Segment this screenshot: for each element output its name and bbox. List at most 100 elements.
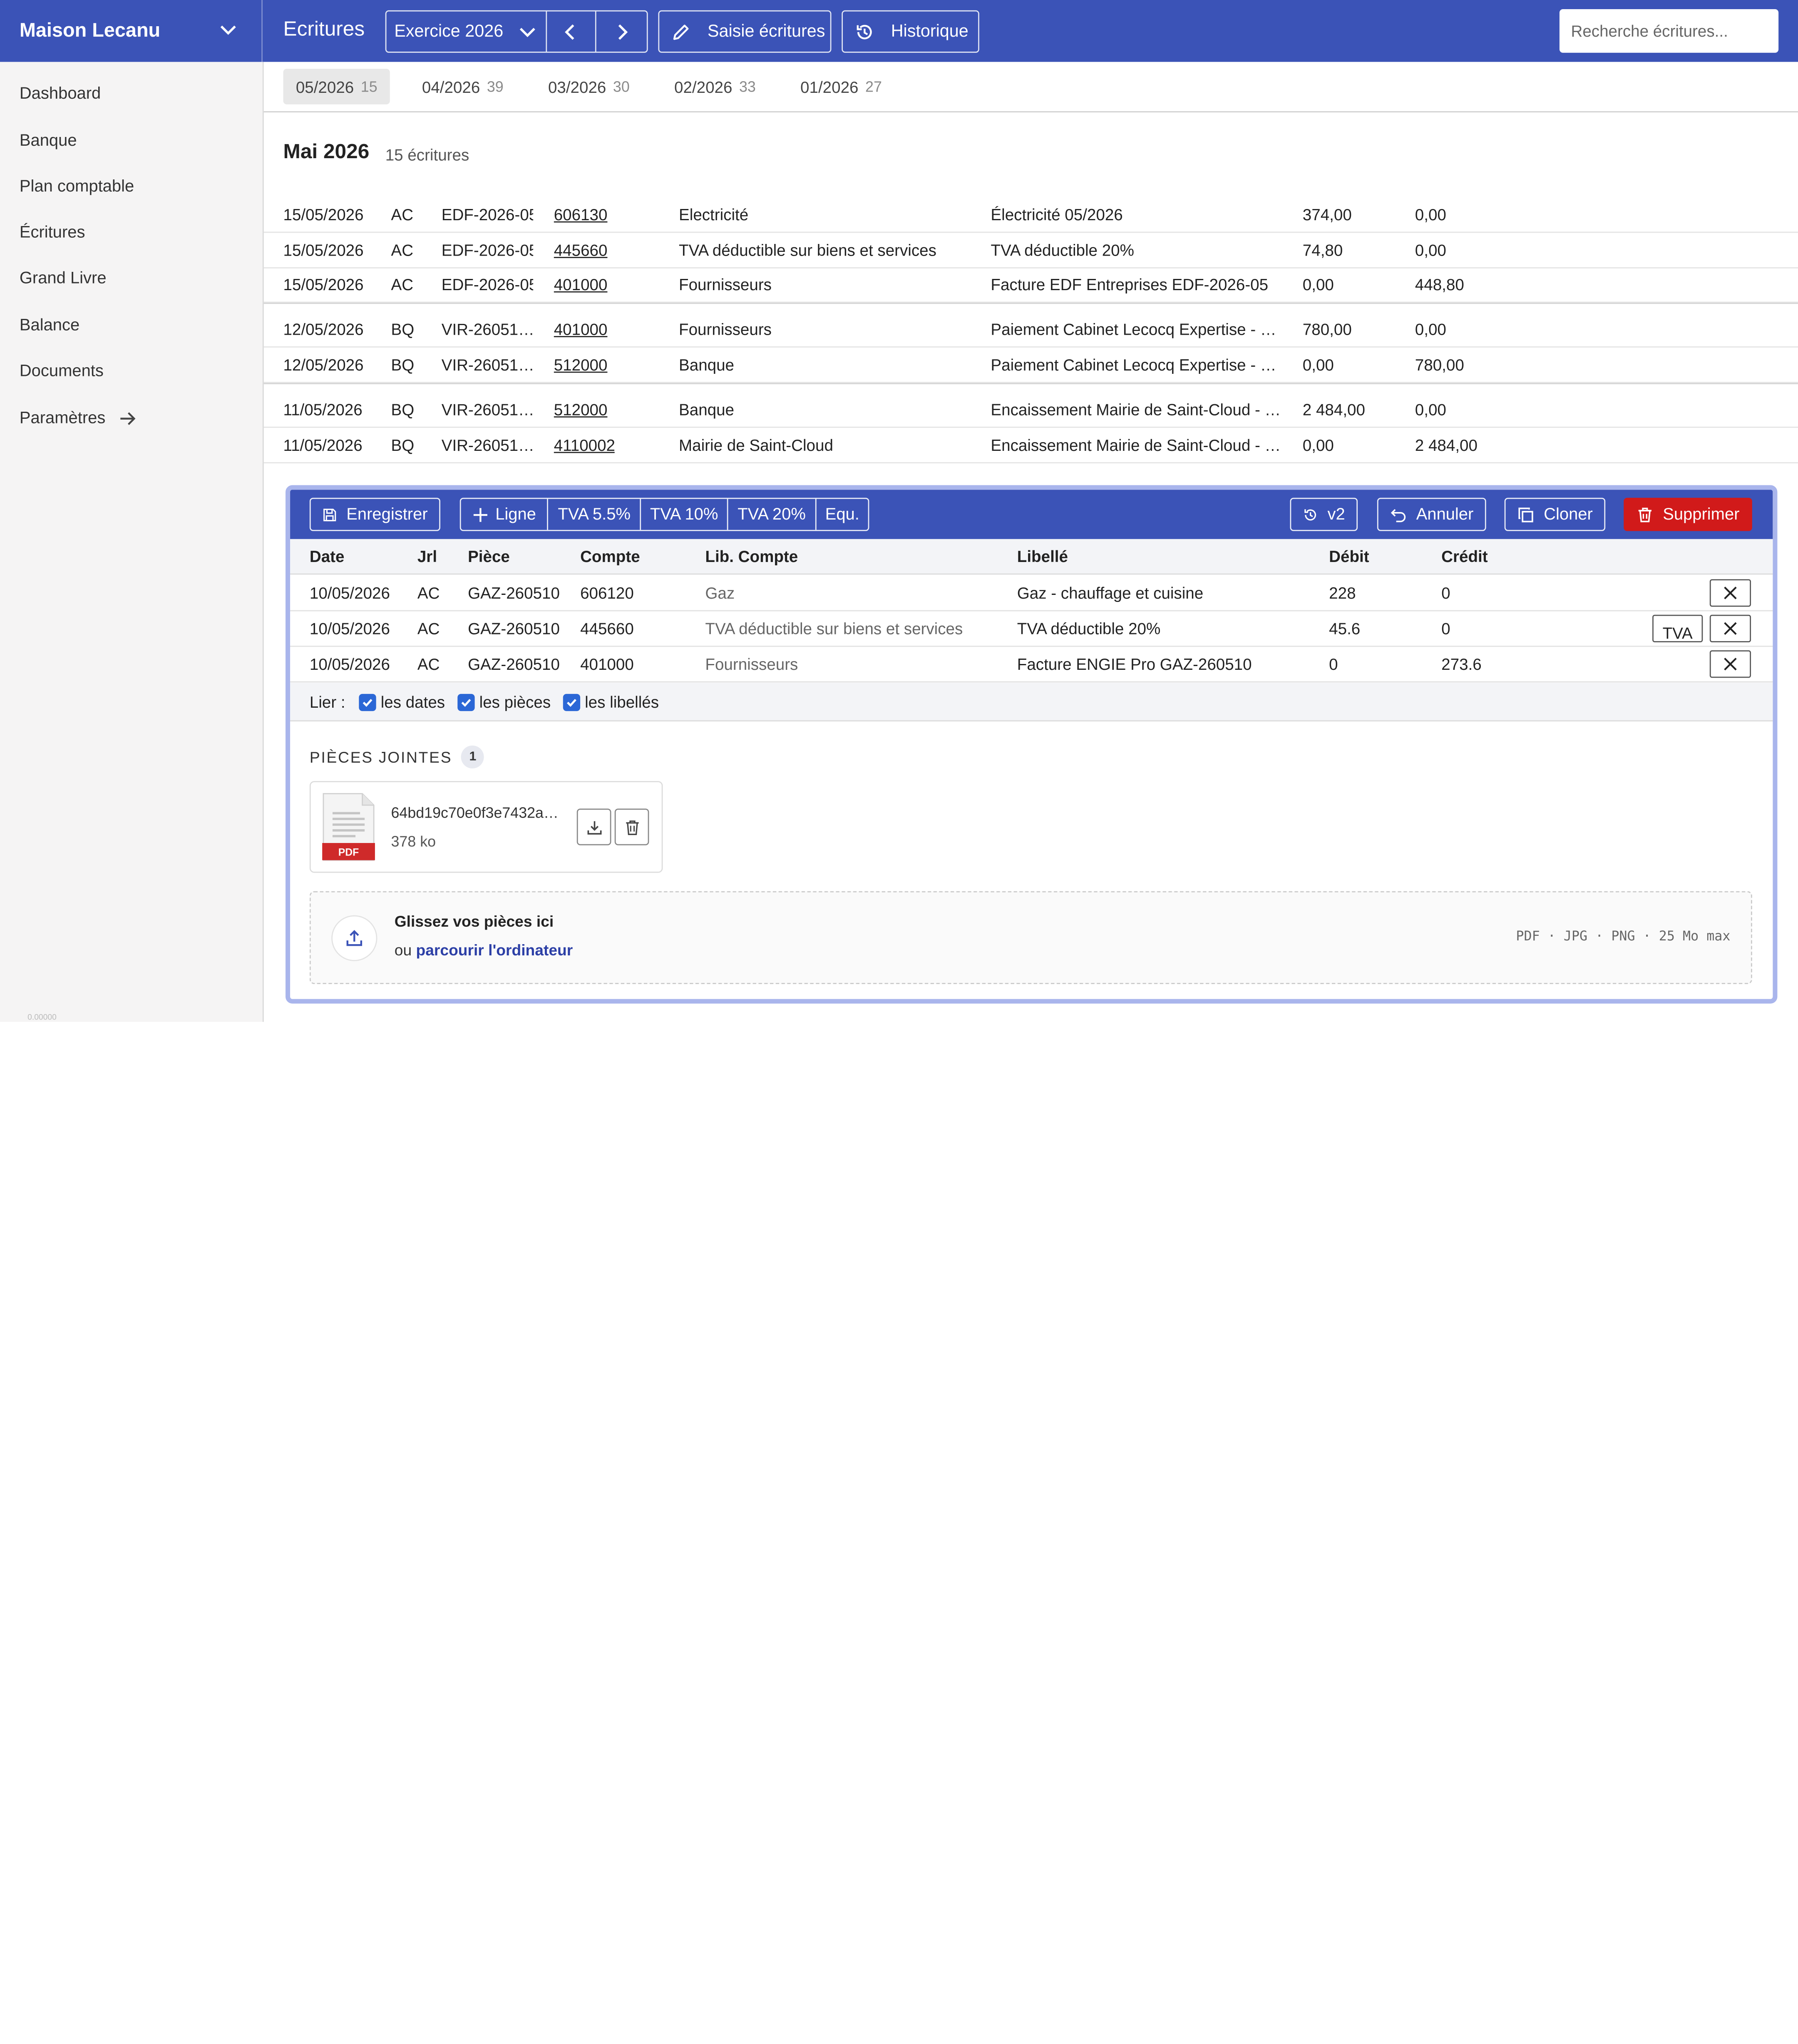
remove-line-button[interactable] bbox=[1709, 650, 1751, 678]
line-credit-field[interactable]: 273.6 bbox=[1441, 655, 1482, 673]
dropzone-prefix: ou bbox=[394, 941, 416, 959]
chevron-down-icon bbox=[519, 27, 535, 37]
attachment-card[interactable]: PDF 64bd19c70e0f3e7432a… 378 ko bbox=[309, 781, 663, 873]
trash-icon bbox=[1638, 507, 1651, 522]
link-pieces-label: les pièces bbox=[479, 693, 551, 711]
line-credit-field[interactable]: 0 bbox=[1441, 619, 1450, 638]
next-exercice-button[interactable] bbox=[597, 12, 647, 52]
link-pieces-checkbox[interactable]: les pièces bbox=[457, 693, 551, 711]
version-history-button[interactable]: v2 bbox=[1290, 497, 1358, 531]
delete-attachment-button[interactable] bbox=[614, 808, 649, 845]
attachment-dropzone[interactable]: Glissez vos pièces ici ou parcourir l'or… bbox=[309, 891, 1752, 984]
entry-account-link[interactable]: 512000 bbox=[554, 356, 608, 374]
tab-period-01-2026[interactable]: 01/2026 27 bbox=[788, 69, 894, 104]
sidebar-item-plan-comptable[interactable]: Plan comptable bbox=[20, 178, 134, 196]
sidebar-item-balance[interactable]: Balance bbox=[20, 316, 79, 335]
tab-period-05-2026[interactable]: 05/2026 15 bbox=[283, 69, 390, 104]
link-libelles-checkbox[interactable]: les libellés bbox=[563, 693, 659, 711]
line-journal-field[interactable]: AC bbox=[417, 655, 440, 673]
historique-button[interactable]: Historique bbox=[842, 10, 979, 53]
tva-10-button[interactable]: TVA 10% bbox=[641, 499, 729, 530]
line-date-field[interactable]: 10/05/2026 bbox=[310, 619, 390, 638]
entry-row[interactable]: 11/05/2026 BQ VIR-26051… 4110002 Mairie … bbox=[263, 428, 1798, 464]
brand-switcher[interactable]: Maison Lecanu bbox=[0, 0, 263, 62]
line-debit-field[interactable]: 0 bbox=[1329, 655, 1338, 673]
sidebar-item-parametres[interactable]: Paramètres bbox=[20, 408, 138, 429]
entry-account-label: Banque bbox=[679, 400, 735, 419]
sidebar-item-ecritures[interactable]: Écritures bbox=[20, 224, 85, 242]
tva-5-5-label: TVA 5.5% bbox=[558, 505, 631, 524]
tva-20-label: TVA 20% bbox=[738, 505, 806, 524]
link-dates-checkbox[interactable]: les dates bbox=[359, 693, 445, 711]
equilibrer-button[interactable]: Equ. bbox=[816, 499, 869, 530]
line-piece-field[interactable]: GAZ-260510 bbox=[468, 584, 560, 602]
tab-label: 05/2026 bbox=[296, 77, 354, 96]
tva-5-5-button[interactable]: TVA 5.5% bbox=[549, 499, 641, 530]
line-libelle-field[interactable]: TVA déductible 20% bbox=[1017, 619, 1161, 638]
tab-count: 39 bbox=[487, 78, 504, 95]
entry-account-link[interactable]: 512000 bbox=[554, 400, 608, 419]
tab-count: 27 bbox=[865, 78, 882, 95]
save-button[interactable]: Enregistrer bbox=[309, 497, 440, 531]
sidebar-item-label: Documents bbox=[19, 362, 104, 381]
sidebar-item-banque[interactable]: Banque bbox=[20, 132, 77, 150]
line-account-field[interactable]: 606120 bbox=[580, 584, 634, 602]
tab-period-04-2026[interactable]: 04/2026 39 bbox=[410, 69, 516, 104]
remove-line-button[interactable] bbox=[1709, 614, 1751, 642]
line-journal-field[interactable]: AC bbox=[417, 584, 440, 602]
tab-period-03-2026[interactable]: 03/2026 30 bbox=[536, 69, 642, 104]
entry-row[interactable]: 15/05/2026 AC EDF-2026-05 606130 Electri… bbox=[263, 197, 1798, 233]
cancel-button[interactable]: Annuler bbox=[1377, 497, 1486, 531]
line-tva-button[interactable]: TVA bbox=[1652, 614, 1703, 642]
entry-row[interactable]: 15/05/2026 AC EDF-2026-05 401000 Fournis… bbox=[263, 267, 1798, 303]
entry-row[interactable]: 15/05/2026 AC EDF-2026-05 445660 TVA déd… bbox=[263, 233, 1798, 269]
previous-exercice-button[interactable] bbox=[547, 11, 597, 52]
browse-computer-link[interactable]: parcourir l'ordinateur bbox=[416, 942, 573, 959]
line-journal-field[interactable]: AC bbox=[417, 619, 440, 638]
line-actions-group: Ligne TVA 5.5% TVA 10% TVA 20% Equ. bbox=[459, 497, 870, 531]
entry-account-link[interactable]: 606130 bbox=[554, 205, 608, 224]
entry-account-link[interactable]: 401000 bbox=[554, 320, 608, 338]
entry-row[interactable]: 12/05/2026 BQ VIR-26051… 512000 Banque P… bbox=[263, 348, 1798, 383]
entry-account-label: TVA déductible sur biens et services bbox=[679, 241, 936, 259]
entry-row[interactable]: 12/05/2026 BQ VIR-26051… 401000 Fourniss… bbox=[263, 312, 1798, 348]
line-date-field[interactable]: 10/05/2026 bbox=[310, 584, 390, 602]
editor-line-row: 10/05/2026 AC GAZ-260510 606120 Gaz Gaz … bbox=[290, 576, 1773, 612]
delete-button[interactable]: Supprimer bbox=[1624, 497, 1752, 531]
tab-period-02-2026[interactable]: 02/2026 33 bbox=[662, 69, 768, 104]
clone-button[interactable]: Cloner bbox=[1504, 497, 1606, 531]
line-debit-field[interactable]: 228 bbox=[1329, 584, 1356, 602]
entry-row[interactable]: 11/05/2026 BQ VIR-26051… 512000 Banque E… bbox=[263, 392, 1798, 428]
line-account-field[interactable]: 401000 bbox=[580, 655, 634, 673]
line-libelle-field[interactable]: Gaz - chauffage et cuisine bbox=[1017, 584, 1203, 602]
exercice-select[interactable]: Exercice 2026 bbox=[386, 11, 547, 52]
month-entry-count: 15 écritures bbox=[385, 145, 469, 164]
download-attachment-button[interactable] bbox=[576, 808, 611, 845]
entry-account-link[interactable]: 401000 bbox=[554, 275, 608, 293]
tva-20-button[interactable]: TVA 20% bbox=[728, 499, 816, 530]
search-input[interactable]: Recherche écritures... bbox=[1559, 9, 1779, 53]
line-piece-field[interactable]: GAZ-260510 bbox=[468, 655, 560, 673]
entry-account-label: Fournisseurs bbox=[679, 320, 772, 338]
line-libelle-field[interactable]: Facture ENGIE Pro GAZ-260510 bbox=[1017, 655, 1252, 673]
remove-line-button[interactable] bbox=[1709, 579, 1751, 607]
month-title: Mai 2026 bbox=[283, 140, 370, 163]
line-credit-field[interactable]: 0 bbox=[1441, 584, 1450, 602]
add-line-button[interactable]: Ligne bbox=[461, 499, 549, 530]
line-account-field[interactable]: 445660 bbox=[580, 619, 634, 638]
saisie-ecritures-label: Saisie écritures bbox=[707, 22, 825, 42]
app-version: 0.00000 bbox=[27, 1014, 57, 1022]
sidebar-item-documents[interactable]: Documents bbox=[20, 363, 104, 381]
sidebar-item-grand-livre[interactable]: Grand Livre bbox=[20, 269, 107, 288]
line-piece-field[interactable]: GAZ-260510 bbox=[468, 619, 560, 638]
entry-account-label: Fournisseurs bbox=[679, 275, 772, 294]
save-label: Enregistrer bbox=[346, 505, 428, 524]
entry-piece: VIR-26051… bbox=[441, 400, 534, 419]
entry-debit: 0,00 bbox=[1302, 275, 1334, 294]
entry-account-link[interactable]: 445660 bbox=[554, 241, 608, 259]
entry-account-link[interactable]: 4110002 bbox=[554, 436, 615, 454]
line-date-field[interactable]: 10/05/2026 bbox=[310, 655, 390, 673]
saisie-ecritures-button[interactable]: Saisie écritures bbox=[658, 10, 832, 53]
line-debit-field[interactable]: 45.6 bbox=[1329, 619, 1360, 638]
sidebar-item-dashboard[interactable]: Dashboard bbox=[20, 85, 101, 103]
